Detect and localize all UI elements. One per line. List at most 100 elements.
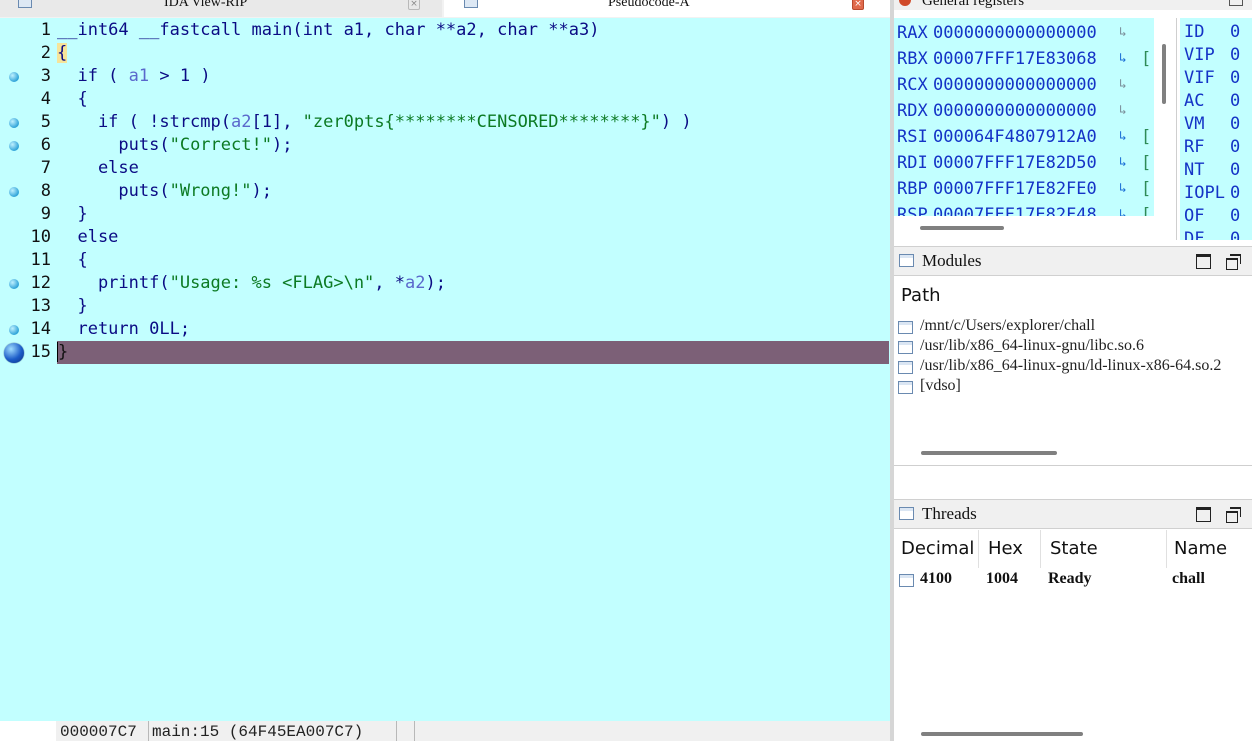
- register-row-rdi[interactable]: RDI 00007FFF17E82D50 ↳ [: [894, 150, 1154, 176]
- gutter-row[interactable]: 13: [0, 295, 56, 318]
- maximize-threads-button[interactable]: [1196, 507, 1211, 522]
- jump-arrow-icon[interactable]: ↳: [1119, 20, 1127, 46]
- jump-arrow-icon[interactable]: ↳: [1119, 98, 1127, 124]
- flag-string-literal[interactable]: "zer0pts{********CENSORED********}": [303, 112, 661, 132]
- gutter-row[interactable]: 4: [0, 88, 56, 111]
- code-line-14[interactable]: return 0LL;: [57, 318, 889, 341]
- threads-column-decimal[interactable]: Decimal: [901, 538, 974, 559]
- jump-arrow-icon[interactable]: ↳: [1119, 72, 1127, 98]
- var-a2[interactable]: a2: [405, 273, 425, 293]
- pseudocode-editor[interactable]: 1 2 3 4 5 6 7 8 9 10 11 12 13 14 15 __int64 __fastcall…: [0, 18, 890, 721]
- modules-horizontal-scrollbar[interactable]: [921, 451, 1057, 455]
- tab-pseudocode[interactable]: Pseudocode-A ×: [444, 0, 892, 17]
- register-row-rsp[interactable]: RSP 00007FFF17E82F48 ↳ [: [894, 202, 1154, 216]
- var-a2[interactable]: a2: [231, 112, 251, 132]
- flag-row-of[interactable]: OF 0: [1180, 205, 1252, 228]
- threads-column-name[interactable]: Name: [1174, 538, 1227, 559]
- close-tab-pseudocode-icon[interactable]: ×: [852, 0, 864, 10]
- code-line-13[interactable]: }: [57, 295, 889, 318]
- column-divider[interactable]: [978, 530, 979, 568]
- jump-arrow-icon[interactable]: ↳: [1119, 150, 1127, 176]
- registers-vertical-scrollbar[interactable]: [1162, 44, 1166, 104]
- jump-arrow-icon[interactable]: ↳: [1119, 202, 1127, 216]
- open-brace[interactable]: {: [57, 43, 68, 63]
- gutter-row[interactable]: 11: [0, 249, 56, 272]
- return-statement[interactable]: return 0LL;: [57, 319, 190, 339]
- threads-column-state[interactable]: State: [1050, 538, 1098, 559]
- jump-arrow-icon[interactable]: ↳: [1119, 176, 1127, 202]
- gutter-row[interactable]: 7: [0, 157, 56, 180]
- threads-column-hex[interactable]: Hex: [988, 538, 1023, 559]
- register-row-rbx[interactable]: RBX 00007FFF17E83068 ↳ [: [894, 46, 1154, 72]
- register-row-rax[interactable]: RAX 0000000000000000 ↳: [894, 20, 1154, 46]
- gutter-row[interactable]: 9: [0, 203, 56, 226]
- code-line-12[interactable]: printf("Usage: %s <FLAG>\n", *a2);: [57, 272, 889, 295]
- jump-arrow-icon[interactable]: ↳: [1119, 124, 1127, 150]
- column-divider[interactable]: [1040, 530, 1041, 568]
- breakpoint-dot-icon[interactable]: [9, 118, 19, 128]
- flag-row-nt[interactable]: NT 0: [1180, 159, 1252, 182]
- registers-float-button[interactable]: [1229, 0, 1243, 6]
- column-divider[interactable]: [1166, 530, 1167, 568]
- code-line-3[interactable]: if ( a1 > 1 ): [57, 65, 889, 88]
- thread-state[interactable]: Ready: [1048, 570, 1092, 588]
- gutter-row[interactable]: 14: [0, 318, 56, 341]
- code-line-9[interactable]: }: [57, 203, 889, 226]
- gutter-row[interactable]: 2: [0, 42, 56, 65]
- float-threads-button[interactable]: [1226, 507, 1241, 523]
- threads-list[interactable]: Decimal Hex State Name 4100 1004 Ready c…: [894, 530, 1252, 741]
- code-line-1[interactable]: __int64 __fastcall main(int a1, char **a…: [57, 19, 889, 42]
- register-row-rcx[interactable]: RCX 0000000000000000 ↳: [894, 72, 1154, 98]
- code-line-15-current[interactable]: }: [57, 341, 889, 364]
- flag-row-id[interactable]: ID 0: [1180, 21, 1252, 44]
- thread-name[interactable]: chall: [1172, 570, 1205, 588]
- flag-row-df[interactable]: DF 0: [1180, 228, 1252, 240]
- current-instruction-icon[interactable]: [4, 343, 24, 363]
- thread-decimal[interactable]: 4100: [920, 570, 952, 588]
- line-gutter[interactable]: 1 2 3 4 5 6 7 8 9 10 11 12 13 14 15: [0, 18, 56, 721]
- threads-horizontal-scrollbar[interactable]: [921, 732, 1083, 736]
- string-literal-correct[interactable]: "Correct!": [170, 135, 272, 155]
- flag-row-iopl[interactable]: IOPL 0: [1180, 182, 1252, 205]
- float-modules-button[interactable]: [1226, 254, 1241, 270]
- register-list[interactable]: RAX 0000000000000000 ↳ RBX 00007FFF17E83068 ↳…: [894, 18, 1154, 216]
- jump-arrow-icon[interactable]: ↳: [1119, 46, 1127, 72]
- modules-list[interactable]: Path /mnt/c/Users/explorer/chall /usr/li…: [894, 279, 1252, 466]
- code-line-10[interactable]: else: [57, 226, 889, 249]
- flag-row-ac[interactable]: AC 0: [1180, 90, 1252, 113]
- flag-row-vip[interactable]: VIP 0: [1180, 44, 1252, 67]
- gutter-row[interactable]: 1: [0, 19, 56, 42]
- tab-ida-view[interactable]: IDA View-RIP ×: [0, 0, 442, 17]
- gutter-row[interactable]: 12: [0, 272, 56, 295]
- gutter-row[interactable]: 3: [0, 65, 56, 88]
- code-line-2[interactable]: {: [57, 42, 889, 65]
- flag-row-rf[interactable]: RF 0: [1180, 136, 1252, 159]
- code-line-11[interactable]: {: [57, 249, 889, 272]
- close-brace[interactable]: }: [57, 342, 69, 362]
- gutter-row[interactable]: 15: [0, 341, 56, 364]
- registers-panel[interactable]: RAX 0000000000000000 ↳ RBX 00007FFF17E83068 ↳…: [894, 18, 1177, 240]
- code-line-7[interactable]: else: [57, 157, 889, 180]
- gutter-row[interactable]: 10: [0, 226, 56, 249]
- code-line-6[interactable]: puts("Correct!");: [57, 134, 889, 157]
- gutter-row[interactable]: 8: [0, 180, 56, 203]
- string-literal-usage[interactable]: "Usage: %s <FLAG>\n": [170, 273, 375, 293]
- register-row-rbp[interactable]: RBP 00007FFF17E82FE0 ↳ [: [894, 176, 1154, 202]
- modules-column-path[interactable]: Path: [901, 285, 941, 306]
- strcmp-call[interactable]: if ( !strcmp(: [57, 112, 231, 132]
- code-line-5[interactable]: if ( !strcmp(a2[1], "zer0pts{********CEN…: [57, 111, 889, 134]
- breakpoint-dot-icon[interactable]: [9, 187, 19, 197]
- breakpoint-dot-icon[interactable]: [9, 72, 19, 82]
- function-signature[interactable]: __int64 __fastcall main(int a1, char **a…: [57, 20, 599, 40]
- maximize-modules-button[interactable]: [1196, 254, 1211, 269]
- register-row-rdx[interactable]: RDX 0000000000000000 ↳: [894, 98, 1154, 124]
- registers-horizontal-scrollbar[interactable]: [920, 226, 1004, 230]
- thread-hex[interactable]: 1004: [986, 570, 1018, 588]
- string-literal-wrong[interactable]: "Wrong!": [170, 181, 252, 201]
- flags-panel[interactable]: ID 0 VIP 0 VIF 0 AC 0 VM 0 RF 0 NT 0 IOPL 0 OF 0 DF 0: [1180, 18, 1252, 240]
- code-line-8[interactable]: puts("Wrong!");: [57, 180, 889, 203]
- breakpoint-dot-icon[interactable]: [9, 325, 19, 335]
- breakpoint-dot-icon[interactable]: [9, 279, 19, 289]
- puts-call[interactable]: puts(: [57, 135, 169, 155]
- close-tab-ida-view-icon[interactable]: ×: [408, 0, 420, 10]
